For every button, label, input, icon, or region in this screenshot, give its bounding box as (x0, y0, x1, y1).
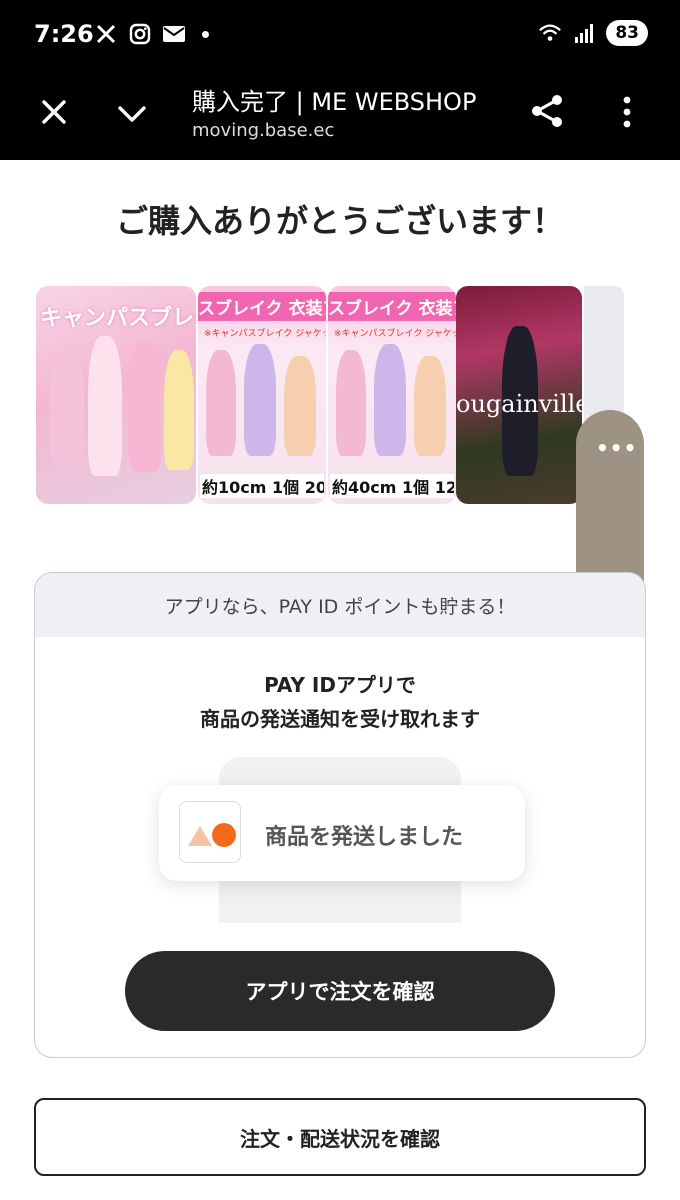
carousel-item-banner: スブレイク 衣装アク (198, 292, 326, 321)
product-image-figure (336, 350, 366, 456)
promo-line-1: PAY IDアプリで (264, 673, 416, 697)
carousel-item-subtitle: ※キャンパスブレイク ジャケット衣装 (204, 329, 326, 339)
notification-text: 商品を発送しました (265, 825, 464, 850)
check-order-status-button[interactable]: 注文・配送状況を確認 (34, 1098, 646, 1176)
carousel-item-price: 約10cm 1個 2000 (200, 474, 324, 498)
status-time: 7:26 (34, 20, 94, 48)
product-image-figure (414, 356, 446, 456)
carousel-item[interactable]: スブレイク 衣装アク ※キャンパスブレイク ジャケット衣装 約10cm 1個 2… (198, 286, 326, 504)
carousel-item[interactable]: ougainvillea (456, 286, 582, 504)
status-bar: 7:26 83 (0, 0, 680, 70)
browser-toolbar: 購入完了 | ME WEBSHOP moving.base.ec (0, 70, 680, 160)
product-image-figure (244, 344, 276, 456)
carousel-item-title: キャンパスブレイク (40, 306, 196, 331)
more-icon[interactable]: ••• (596, 436, 637, 460)
product-image-figure (374, 344, 406, 456)
thanks-heading: ご購入ありがとうございます！ (115, 202, 564, 240)
status-icons-right: 83 (538, 20, 648, 46)
battery-icon: 83 (606, 20, 648, 46)
carousel-item-banner: スブレイク 衣装アク (328, 292, 456, 321)
app-promo-card: アプリなら、PAY ID ポイントも貯まる！ PAY IDアプリで 商品の発送通… (34, 572, 646, 1058)
pay-id-app-icon (179, 801, 241, 863)
more-options-icon[interactable] (616, 94, 638, 130)
notification-dot (202, 30, 209, 38)
carousel-item-subtitle: ※キャンパスブレイク ジャケット衣装 (334, 329, 456, 339)
check-order-in-app-button[interactable]: アプリで注文を確認 (125, 951, 555, 1031)
page-title: 購入完了 | ME WEBSHOP (192, 88, 477, 116)
product-image-figure (88, 336, 122, 476)
product-image-figure (164, 350, 194, 470)
close-icon[interactable] (36, 94, 72, 130)
promo-header: アプリなら、PAY ID ポイントも貯まる！ (35, 573, 645, 637)
page-url[interactable]: moving.base.ec (192, 120, 334, 141)
wifi-icon (538, 21, 562, 45)
instagram-icon (128, 22, 152, 46)
status-icons-left (94, 22, 209, 46)
chevron-down-icon[interactable] (114, 96, 150, 132)
x-icon (94, 22, 118, 46)
product-image-figure (128, 342, 162, 472)
carousel-item[interactable]: スブレイク 衣装アク ※キャンパスブレイク ジャケット衣装 約40cm 1個 1… (328, 286, 456, 504)
signal-icon (572, 21, 596, 45)
notification-preview: 商品を発送しました (159, 785, 525, 881)
product-image-figure (50, 346, 84, 466)
carousel-item-title: ougainvillea (456, 390, 582, 418)
share-icon[interactable] (528, 92, 566, 130)
carousel-item-price: 約40cm 1個 12000 (330, 474, 454, 498)
product-image-figure (206, 350, 236, 456)
product-image-figure (284, 356, 316, 456)
mail-icon (162, 22, 186, 46)
promo-line-2: 商品の発送通知を受け取れます (200, 707, 480, 731)
product-carousel[interactable]: キャンパスブレイク スブレイク 衣装アク ※キャンパスブレイク ジャケット衣装 … (36, 286, 626, 504)
carousel-item[interactable]: キャンパスブレイク (36, 286, 196, 504)
